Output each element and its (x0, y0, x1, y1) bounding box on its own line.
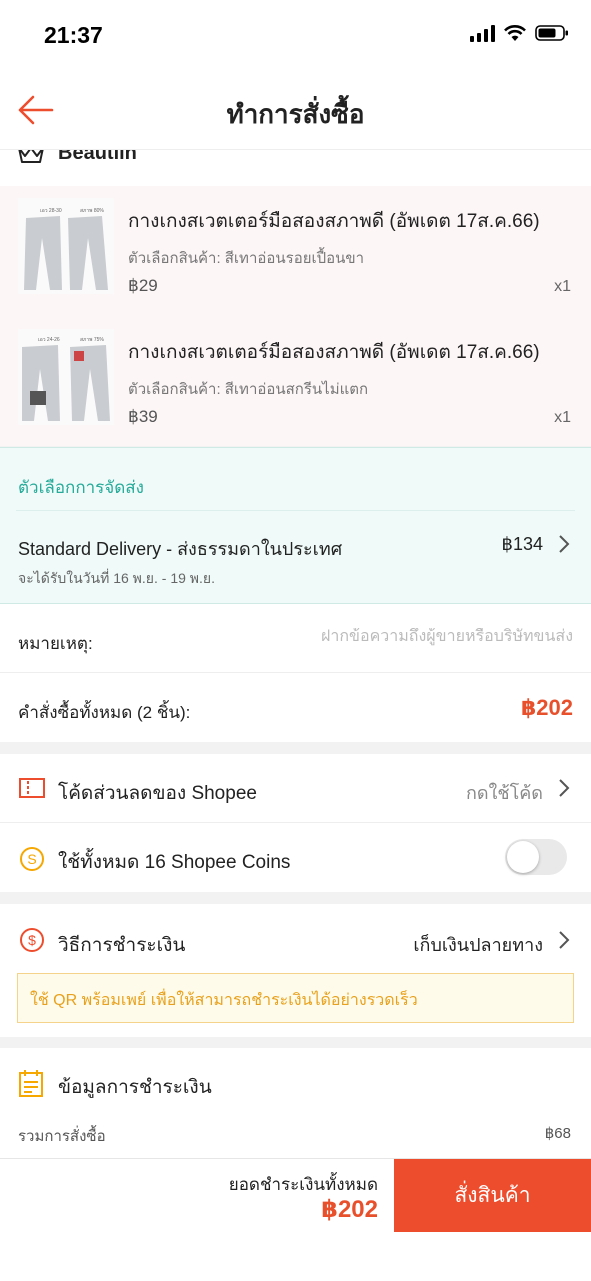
shipping-price: ฿134 (501, 534, 543, 554)
payment-method-value[interactable]: เก็บเงินปลายทาง (413, 930, 543, 959)
product-qty: x1 (554, 278, 571, 295)
chevron-right-icon[interactable] (557, 930, 571, 950)
chevron-right-icon (559, 535, 570, 553)
product-variant: ตัวเลือกสินค้า: สีเทาอ่อนรอยเปื้อนขา (128, 250, 365, 267)
wifi-icon (504, 25, 526, 41)
status-time: 21:37 (44, 22, 103, 48)
voucher-action: กดใช้โค้ด (466, 783, 543, 803)
product-qty: x1 (554, 409, 571, 426)
shop-name: Beautiin (58, 150, 137, 164)
product-title: กางเกงสเวตเตอร์มือสองสภาพดี (อัพเดต 17ส.… (128, 342, 540, 363)
svg-text:สภาพ 75%: สภาพ 75% (80, 337, 104, 343)
voucher-row[interactable]: โค้ดส่วนลดของ Shopee กดใช้โค้ด (0, 754, 591, 823)
subtotal-value: ฿68 (544, 1125, 571, 1142)
order-total-row: คำสั่งซื้อทั้งหมด (2 ชิ้น): ฿202 (0, 673, 591, 742)
coins-label: ใช้ทั้งหมด 16 Shopee Coins (58, 852, 291, 873)
shop-icon (18, 150, 44, 163)
chevron-right-icon (559, 779, 570, 797)
status-icons (470, 24, 569, 42)
coins-toggle[interactable] (505, 839, 567, 875)
pants-image: เอว 24-26 สภาพ 75% (18, 329, 114, 425)
product-item[interactable]: เอว 28-30 สภาพ 80% กางเกงสเวตเตอร์มือสอง… (0, 186, 591, 311)
pants-image: เอว 28-30 สภาพ 80% (18, 198, 114, 294)
payment-info-title: ข้อมูลการชำระเงิน (58, 1077, 212, 1098)
payment-info-section: ข้อมูลการชำระเงิน รวมการสั่งซื้อ ฿68 (0, 1048, 591, 1158)
product-title: กางเกงสเวตเตอร์มือสองสภาพดี (อัพเดต 17ส.… (128, 211, 540, 232)
bottom-bar: ยอดชำระเงินทั้งหมด ฿202 สั่งสินค้า (0, 1158, 591, 1281)
svg-text:$: $ (28, 932, 36, 948)
payment-section: $ วิธีการชำระเงิน เก็บเงินปลายทาง ใช้ QR… (0, 904, 591, 1037)
coins-row: S ใช้ทั้งหมด 16 Shopee Coins (0, 823, 591, 892)
voucher-label: โค้ดส่วนลดของ Shopee (58, 783, 257, 804)
coin-icon: S (20, 847, 44, 871)
divider (16, 510, 575, 511)
product-variant: ตัวเลือกสินค้า: สีเทาอ่อนสกรีนไม่แตก (128, 381, 369, 398)
payment-method-label: วิธีการชำระเงิน (58, 935, 186, 956)
calendar-icon (19, 1070, 43, 1097)
order-total-amount: ฿202 (520, 695, 573, 720)
toggle-knob (507, 841, 539, 873)
subtotal-label: รวมการสั่งซื้อ (18, 1128, 106, 1145)
qr-promptpay-banner[interactable]: ใช้ QR พร้อมเพย์ เพื่อให้สามารถชำระเงินไ… (17, 973, 574, 1023)
shipping-method: Standard Delivery - ส่งธรรมดาในประเทศ (18, 539, 343, 559)
page-title: ทำการสั่งซื้อ (226, 99, 365, 129)
note-input[interactable] (253, 628, 573, 646)
voucher-icon (19, 778, 45, 798)
grand-total-amount: ฿202 (321, 1196, 378, 1223)
shipping-option[interactable]: ตัวเลือกการจัดส่ง Standard Delivery - ส่… (0, 447, 591, 604)
svg-text:S: S (27, 851, 36, 867)
grand-total-label: ยอดชำระเงินทั้งหมด (228, 1175, 378, 1194)
product-image: เอว 28-30 สภาพ 80% (18, 198, 114, 294)
home-indicator-area (0, 1232, 591, 1281)
svg-text:เอว 24-26: เอว 24-26 (38, 337, 60, 343)
product-price: ฿39 (128, 407, 158, 426)
product-image: เอว 24-26 สภาพ 75% (18, 329, 114, 425)
shipping-eta: จะได้รับในวันที่ 16 พ.ย. - 19 พ.ย. (18, 570, 216, 586)
place-order-button[interactable]: สั่งสินค้า (394, 1159, 591, 1232)
shop-row[interactable]: Beautiin (0, 150, 591, 186)
product-item[interactable]: เอว 24-26 สภาพ 75% กางเกงสเวตเตอร์มือสอง… (0, 317, 591, 442)
note-row: หมายเหตุ: (0, 604, 591, 673)
status-bar: 21:37 (0, 0, 591, 70)
qr-banner-text: ใช้ QR พร้อมเพย์ เพื่อให้สามารถชำระเงินไ… (30, 992, 418, 1009)
product-price: ฿29 (128, 276, 158, 295)
battery-icon (535, 25, 568, 41)
product-list: เอว 28-30 สภาพ 80% กางเกงสเวตเตอร์มือสอง… (0, 186, 591, 446)
svg-text:สภาพ 80%: สภาพ 80% (80, 208, 104, 214)
svg-text:เอว 28-30: เอว 28-30 (40, 208, 62, 214)
note-label: หมายเหตุ: (18, 634, 93, 653)
header: ทำการสั่งซื้อ (0, 70, 591, 150)
payment-dollar-icon: $ (20, 928, 44, 952)
shipping-heading: ตัวเลือกการจัดส่ง (18, 478, 144, 497)
order-total-label: คำสั่งซื้อทั้งหมด (2 ชิ้น): (18, 703, 191, 722)
signal-icon (470, 24, 495, 42)
